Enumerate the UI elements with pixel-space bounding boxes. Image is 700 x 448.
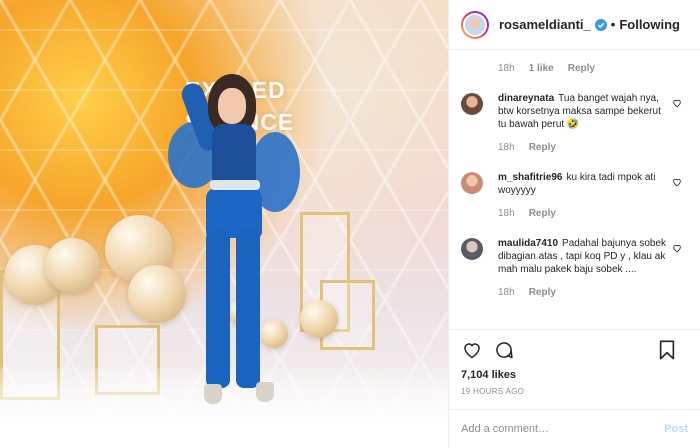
comment-time: 18h [498, 287, 515, 298]
comment-item: dinareynata Tua banget wajah nya, btw kor… [461, 92, 690, 153]
comment-time: 18h [498, 208, 515, 219]
post-header: rosameldianti_ • Following [449, 0, 700, 50]
comment-avatar[interactable] [461, 93, 483, 115]
like-heart-icon[interactable] [461, 339, 483, 361]
post-actions-bar [449, 329, 700, 369]
caption-time: 18h [498, 63, 515, 74]
comment-item: m_shafitrie96 ku kira tadi mpok ati woyyy… [461, 171, 690, 219]
add-comment-input[interactable] [461, 423, 665, 435]
author-username[interactable]: rosameldianti_ [499, 17, 591, 32]
comment-avatar[interactable] [461, 238, 483, 260]
caption-likes-link[interactable]: 1 like [529, 63, 554, 74]
comment-avatar[interactable] [461, 172, 483, 194]
comment-meta: 18h Reply [498, 142, 668, 153]
comment-reply-link[interactable]: Reply [529, 142, 556, 153]
comment-time: 18h [498, 142, 515, 153]
comment-like-heart-icon[interactable] [672, 175, 682, 187]
comment-like-heart-icon[interactable] [672, 96, 682, 108]
author-avatar[interactable] [461, 10, 489, 39]
bookmark-icon[interactable] [656, 339, 678, 361]
caption-meta: 18h 1 like Reply [498, 63, 595, 74]
decor-ball [45, 238, 100, 293]
comment-username[interactable]: maulida7410 [498, 238, 558, 249]
verified-badge-icon [594, 18, 607, 31]
post-comment-button[interactable]: Post [664, 423, 688, 435]
comment-reply-link[interactable]: Reply [529, 208, 556, 219]
post-side-panel: rosameldianti_ • Following 18h 1 like Re… [448, 0, 700, 448]
comment-icon[interactable] [493, 339, 515, 361]
following-button[interactable]: Following [619, 17, 680, 32]
add-comment-bar: Post [449, 409, 700, 448]
likes-count[interactable]: 7,104 likes [449, 369, 700, 384]
comment-item: maulida7410 Padahal bajunya sobek dibagia… [461, 237, 690, 298]
comment-username[interactable]: dinareynata [498, 93, 554, 104]
post-photo[interactable]: EXCEED SCIENCE [0, 0, 448, 448]
comments-list[interactable]: 18h 1 like Reply dinareynata Tua banget w… [449, 50, 700, 329]
comment-meta: 18h Reply [498, 287, 668, 298]
comment-reply-link[interactable]: Reply [529, 287, 556, 298]
post-timestamp: 19 HOURS AGO [461, 387, 525, 396]
instagram-post: EXCEED SCIENCE [0, 0, 700, 448]
caption-reply-link[interactable]: Reply [568, 63, 595, 74]
separator-dot: • [610, 17, 616, 32]
comment-username[interactable]: m_shafitrie96 [498, 172, 562, 183]
decor-ball [300, 300, 338, 338]
woman-in-blue-jumpsuit [160, 62, 300, 422]
comment-like-heart-icon[interactable] [672, 241, 682, 253]
comment-meta: 18h Reply [498, 208, 668, 219]
